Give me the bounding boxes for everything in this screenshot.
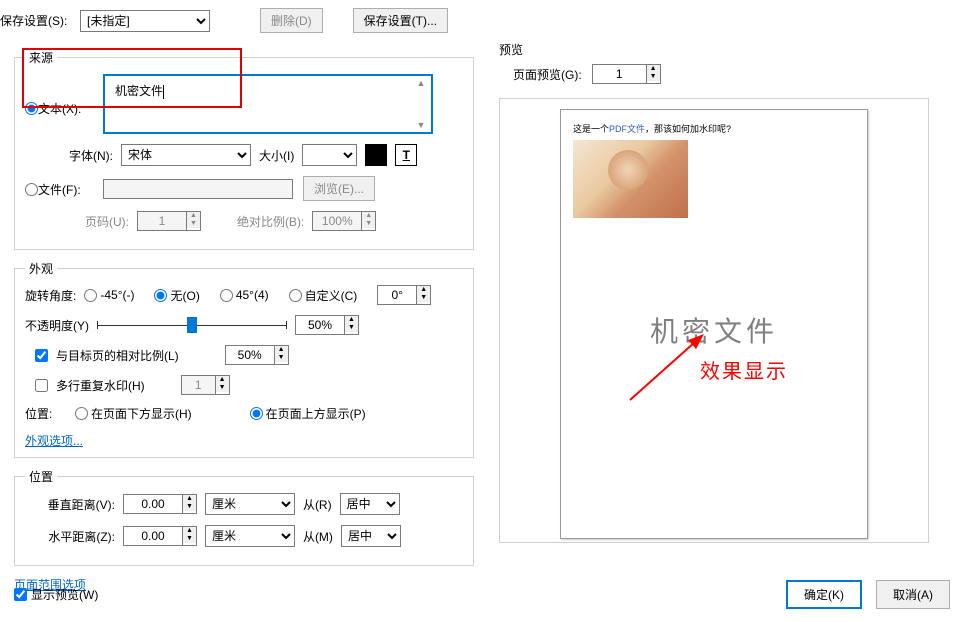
text-radio[interactable] — [25, 102, 38, 115]
rot-none-radio[interactable] — [154, 289, 167, 302]
relative-scale-label: 与目标页的相对比例(L) — [56, 347, 179, 364]
rotation-label: 旋转角度: — [25, 287, 76, 304]
rot-m45-radio[interactable] — [84, 289, 97, 302]
annotation-text: 效果显示 — [700, 355, 788, 384]
from-r-label: 从(R) — [303, 496, 332, 513]
location-legend: 位置 — [25, 468, 57, 485]
scroll-down-icon[interactable]: ▼ — [413, 120, 429, 130]
multiline-label: 多行重复水印(H) — [56, 377, 145, 394]
text-scrollbar[interactable]: ▲ ▼ — [413, 78, 429, 130]
preview-image — [573, 140, 688, 218]
preview-area: 这是一个PDF文件，那该如何加水印呢? 机密文件 — [499, 98, 929, 543]
pos-below-radio[interactable] — [75, 407, 88, 420]
file-input — [103, 179, 293, 199]
text-label: 文本(X): — [38, 100, 81, 117]
font-select[interactable]: 宋体 — [121, 144, 251, 166]
appearance-legend: 外观 — [25, 260, 57, 277]
opacity-spinner[interactable]: ▲▼ — [295, 315, 359, 335]
v-align-select[interactable]: 居中 — [340, 493, 400, 515]
rotation-spinner[interactable]: ▲▼ — [377, 285, 431, 305]
preview-doc-title: 这是一个PDF文件，那该如何加水印呢? — [573, 122, 855, 135]
vdist-label: 垂直距离(V): — [35, 496, 115, 513]
file-radio[interactable] — [25, 183, 38, 196]
page-label: 页码(U): — [85, 213, 129, 230]
scale-spinner[interactable]: ▲▼ — [312, 211, 376, 231]
text-input-value: 机密文件 — [115, 84, 163, 98]
source-fieldset: 来源 文本(X): 机密文件 ▲ ▼ 字体(N): 宋体 — [14, 49, 474, 250]
appearance-options-link[interactable]: 外观选项... — [25, 434, 83, 448]
multiline-spinner[interactable]: ▲▼ — [181, 375, 230, 395]
text-style-icon[interactable]: T — [395, 144, 417, 166]
watermark-text: 机密文件 — [561, 310, 867, 350]
opacity-label: 不透明度(Y) — [25, 317, 89, 334]
vdist-spinner[interactable]: ▲▼ — [123, 494, 197, 514]
page-spinner[interactable]: ▲▼ — [137, 211, 201, 231]
ok-button[interactable]: 确定(K) — [786, 580, 862, 609]
page-preview-label: 页面预览(G): — [513, 66, 582, 83]
preview-fieldset: 预览 页面预览(G): ▲▼ 这是一个PDF文件，那该如何加水印呢? 机密文件 — [499, 41, 929, 543]
relative-scale-checkbox[interactable] — [35, 349, 48, 362]
hdist-unit-select[interactable]: 厘米 — [205, 525, 295, 547]
pos-above-radio[interactable] — [250, 407, 263, 420]
multiline-checkbox[interactable] — [35, 379, 48, 392]
preview-legend: 预览 — [499, 41, 523, 58]
scroll-up-icon[interactable]: ▲ — [413, 78, 429, 88]
hdist-label: 水平距离(Z): — [35, 528, 115, 545]
save-settings-button[interactable]: 保存设置(T)... — [353, 8, 448, 33]
font-label: 字体(N): — [45, 147, 113, 164]
text-input-box[interactable]: 机密文件 ▲ ▼ — [103, 74, 433, 134]
browse-button[interactable]: 浏览(E)... — [303, 176, 375, 201]
color-picker[interactable] — [365, 144, 387, 166]
rot-45-radio[interactable] — [220, 289, 233, 302]
position-label: 位置: — [25, 405, 67, 422]
h-align-select[interactable]: 居中 — [341, 525, 401, 547]
size-label: 大小(I) — [259, 147, 294, 164]
appearance-fieldset: 外观 旋转角度: -45°(-) 无(O) 45°(4) 自定义(C) ▲▼ 不… — [14, 260, 474, 458]
scale-label: 绝对比例(B): — [237, 213, 304, 230]
hdist-spinner[interactable]: ▲▼ — [123, 526, 197, 546]
source-legend: 来源 — [25, 49, 57, 66]
show-preview-checkbox[interactable] — [14, 588, 27, 601]
save-settings-label: 保存设置(S): — [0, 12, 70, 29]
save-settings-select[interactable]: [未指定] — [80, 10, 210, 32]
cancel-button[interactable]: 取消(A) — [876, 580, 950, 609]
preview-page: 这是一个PDF文件，那该如何加水印呢? 机密文件 — [560, 109, 868, 539]
page-preview-spinner[interactable]: ▲▼ — [592, 64, 661, 84]
location-fieldset: 位置 垂直距离(V): ▲▼ 厘米 从(R) 居中 水平距离(Z): ▲▼ 厘 — [14, 468, 474, 566]
relative-scale-spinner[interactable]: ▲▼ — [225, 345, 289, 365]
rot-custom-radio[interactable] — [289, 289, 302, 302]
file-label: 文件(F): — [38, 181, 81, 198]
size-select[interactable] — [302, 144, 357, 166]
show-preview-label: 显示预览(W) — [31, 586, 98, 603]
vdist-unit-select[interactable]: 厘米 — [205, 493, 295, 515]
delete-button[interactable]: 删除(D) — [260, 8, 323, 33]
opacity-slider[interactable] — [97, 325, 287, 326]
from-m-label: 从(M) — [303, 528, 333, 545]
